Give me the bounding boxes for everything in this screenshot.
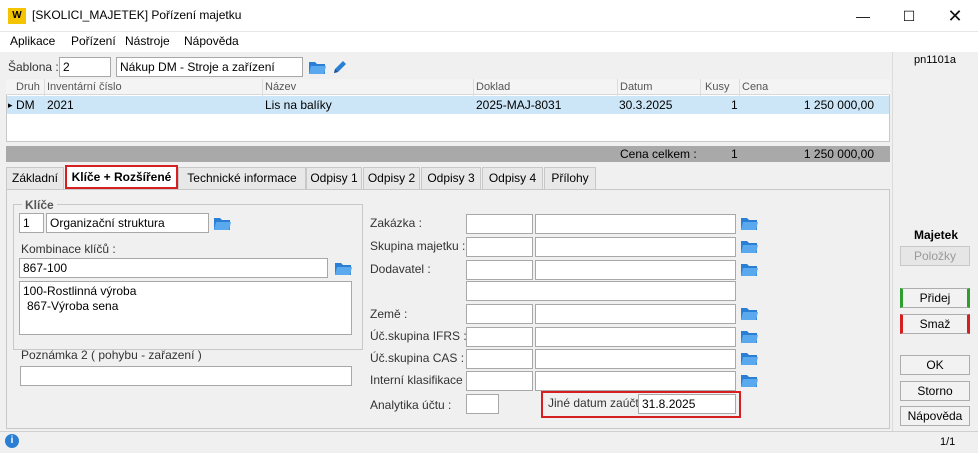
menu-porizeni[interactable]: Pořízení [71,34,116,48]
jine-datum-label: Jiné datum zaúčt. : [548,396,649,410]
ifrs-code-input[interactable] [466,327,533,347]
page-indicator: 1/1 [940,436,956,448]
open-folder-icon[interactable] [740,305,758,321]
status-bar [0,431,978,453]
zakazka-code-input[interactable] [466,214,533,234]
jine-datum-input[interactable]: 31.8.2025 [638,394,736,414]
pridej-button[interactable]: Přidej [900,288,970,308]
menu-nastroje[interactable]: Nástroje [125,34,170,48]
zeme-label: Země : [370,307,408,321]
note-input[interactable] [20,366,352,386]
key-name-input[interactable]: Organizační struktura [46,213,209,233]
app-logo-icon: W [8,8,26,24]
close-icon[interactable]: ✕ [932,0,978,32]
analytika-label: Analytika účtu : [370,398,452,412]
info-icon[interactable]: i [5,434,19,448]
tab-zakladni[interactable]: Základní [6,167,64,189]
skupina-code-input[interactable] [466,237,533,257]
key-description-line2: 867-Výroba sena [27,299,119,313]
interni-label: Interní klasifikace : [370,373,470,387]
ifrs-label: Úč.skupina IFRS : [370,329,467,343]
open-folder-icon[interactable] [740,372,758,388]
zakazka-name-input[interactable] [535,214,736,234]
combination-input[interactable]: 867-100 [19,258,328,278]
cell-kusy: 1 [731,98,738,112]
open-folder-icon[interactable] [308,59,326,75]
skupina-label: Skupina majetku : [370,239,466,253]
cell-datum: 30.3.2025 [619,98,673,112]
col-doklad[interactable]: Doklad [476,81,510,93]
cas-label: Úč.skupina CAS : [370,351,465,365]
tab-klice-rozsirene[interactable]: Klíče + Rozšířené [65,165,178,189]
open-folder-icon[interactable] [740,238,758,254]
edit-pencil-icon[interactable] [332,59,348,75]
open-folder-icon[interactable] [334,260,352,276]
smaz-button[interactable]: Smaž [900,314,970,334]
col-druh[interactable]: Druh [16,81,40,93]
minimize-icon[interactable]: — [840,0,886,32]
open-folder-icon[interactable] [740,328,758,344]
total-label: Cena celkem : [620,147,697,161]
key-description-line1: 100-Rostlinná výroba [23,284,137,298]
col-inv-cislo[interactable]: Inventární číslo [47,81,122,93]
dodavatel-detail-input[interactable] [466,281,736,301]
tab-odpisy-4[interactable]: Odpisy 4 [482,167,543,189]
col-nazev[interactable]: Název [265,81,296,93]
form-code: pn1101a [914,54,957,66]
ok-button[interactable]: OK [900,355,970,375]
cell-doklad: 2025-MAJ-8031 [476,98,562,112]
section-majetek: Majetek [914,228,959,242]
analytika-input[interactable] [466,394,499,414]
total-kusy: 1 [731,147,738,161]
cas-code-input[interactable] [466,349,533,369]
open-folder-icon[interactable] [740,350,758,366]
ifrs-name-input[interactable] [535,327,736,347]
zakazka-label: Zakázka : [370,216,423,230]
tab-odpisy-3[interactable]: Odpisy 3 [421,167,481,189]
tab-odpisy-1[interactable]: Odpisy 1 [306,167,362,189]
key-number-input[interactable]: 1 [19,213,44,233]
dodavatel-code-input[interactable] [466,260,533,280]
template-name-input[interactable]: Nákup DM - Stroje a zařízení [116,57,303,77]
combination-label: Kombinace klíčů : [21,242,116,256]
dodavatel-label: Dodavatel : [370,262,431,276]
cell-druh: DM [16,98,35,112]
template-number-input[interactable]: 2 [59,57,111,77]
cas-name-input[interactable] [535,349,736,369]
col-datum[interactable]: Datum [620,81,652,93]
tab-prilohy[interactable]: Přílohy [544,167,596,189]
keys-group-title: Klíče [22,198,57,212]
menu-aplikace[interactable]: Aplikace [10,34,55,48]
interni-name-input[interactable] [535,371,736,391]
total-cena: 1 250 000,00 [803,147,874,161]
cell-cena: 1 250 000,00 [803,98,874,112]
open-folder-icon[interactable] [740,215,758,231]
polozky-button[interactable]: Položky [900,246,970,266]
template-label: Šablona : [8,60,59,74]
zeme-name-input[interactable] [535,304,736,324]
window-title: [SKOLICI_MAJETEK] Pořízení majetku [32,8,242,22]
napoveda-button[interactable]: Nápověda [900,406,970,426]
storno-button[interactable]: Storno [900,381,970,401]
open-folder-icon[interactable] [740,261,758,277]
zeme-code-input[interactable] [466,304,533,324]
maximize-icon[interactable]: ☐ [886,0,932,32]
dodavatel-name-input[interactable] [535,260,736,280]
open-folder-icon[interactable] [213,215,231,231]
tab-odpisy-2[interactable]: Odpisy 2 [363,167,420,189]
total-bar [6,146,890,162]
table-row[interactable] [7,96,889,114]
cell-inv: 2021 [47,98,74,112]
interni-code-input[interactable] [466,371,533,391]
note-label: Poznámka 2 ( pohybu - zařazení ) [21,348,202,362]
menu-napoveda[interactable]: Nápověda [184,34,239,48]
col-kusy[interactable]: Kusy [705,81,729,93]
skupina-name-input[interactable] [535,237,736,257]
tab-technicke-informace[interactable]: Technické informace [178,167,306,189]
cell-nazev: Lis na balíky [265,98,332,112]
row-marker-icon: ▸ [8,100,13,110]
col-cena[interactable]: Cena [742,81,768,93]
